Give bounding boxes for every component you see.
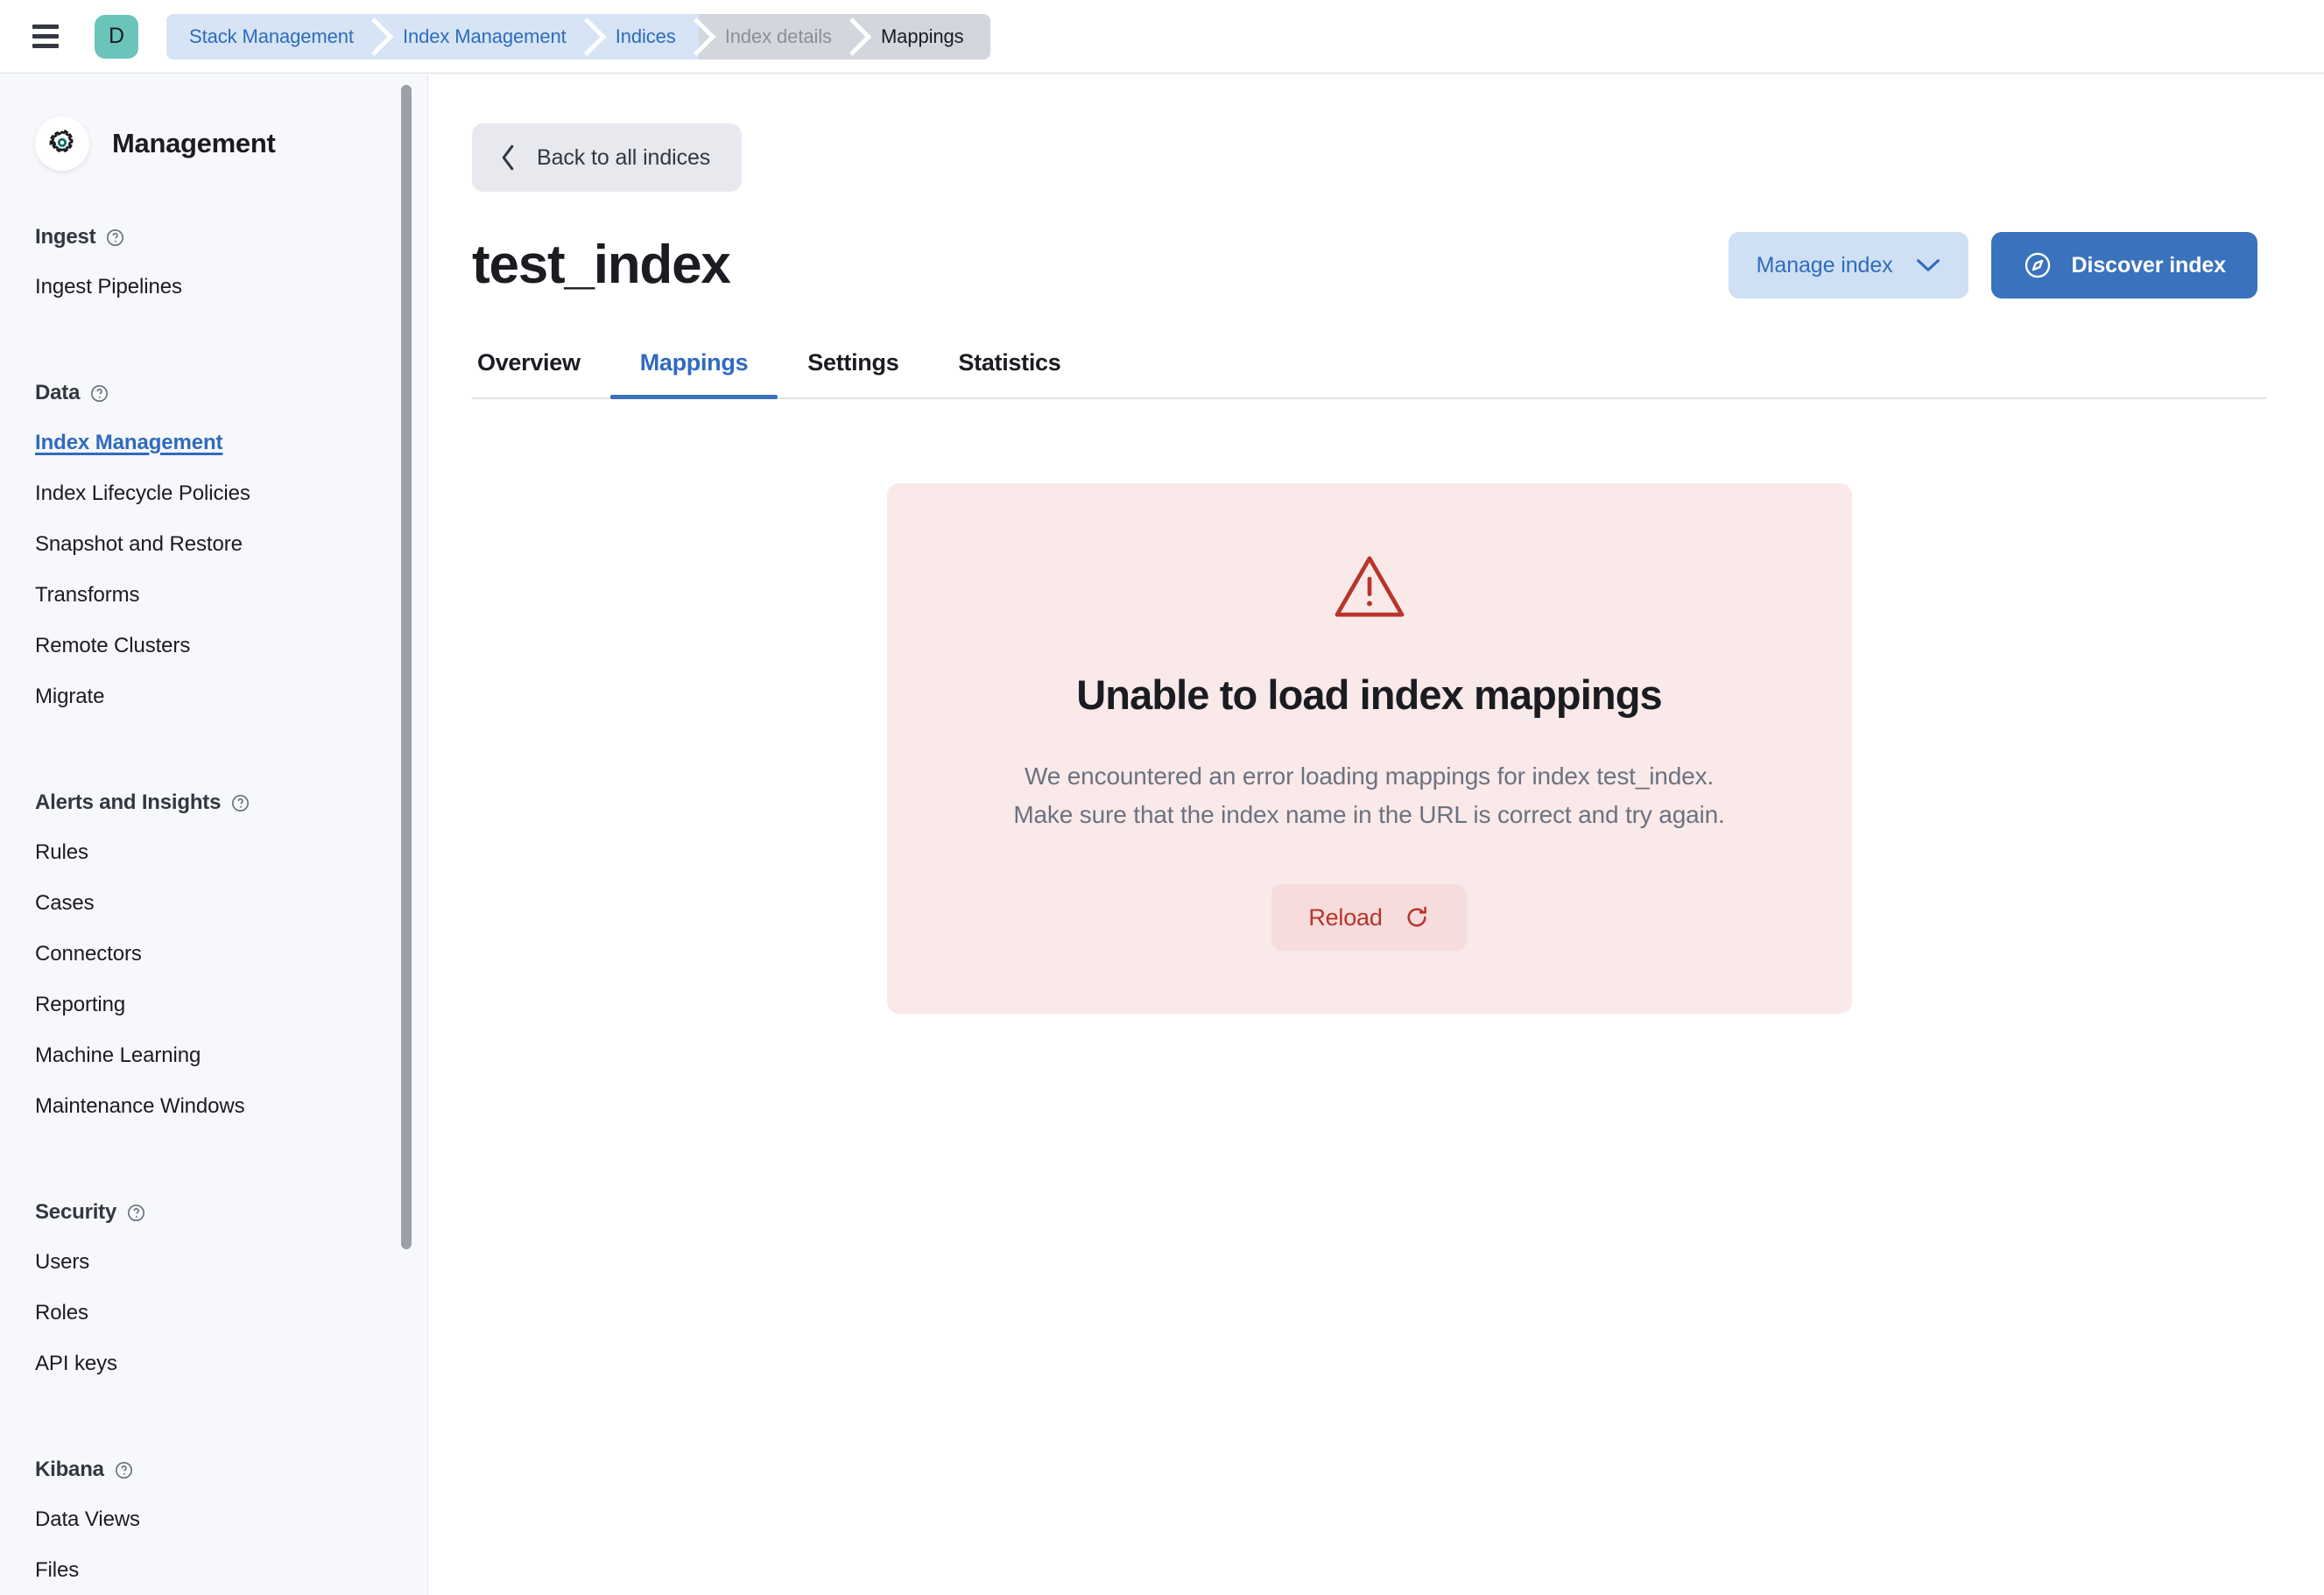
back-button-label: Back to all indices: [537, 144, 711, 170]
nav-group-header-security: Security: [35, 1186, 427, 1237]
manage-index-button[interactable]: Manage index: [1728, 232, 1968, 299]
tab-settings[interactable]: Settings: [778, 337, 928, 397]
sidebar-item-transforms[interactable]: Transforms: [35, 570, 427, 621]
index-detail-tabs: Overview Mappings Settings Statistics: [472, 337, 2266, 399]
avatar[interactable]: D: [95, 14, 138, 59]
error-panel-wrapper: Unable to load index mappings We encount…: [472, 483, 2266, 1015]
reload-button-label: Reload: [1308, 903, 1383, 931]
error-panel: Unable to load index mappings We encount…: [886, 483, 1852, 1015]
breadcrumb-item-mappings: Mappings: [854, 13, 990, 60]
manage-index-label: Manage index: [1756, 252, 1893, 278]
nav-group-header-alerts-and-insights: Alerts and Insights: [35, 776, 427, 827]
error-description: We encountered an error loading mappings…: [940, 757, 1799, 833]
sidebar-item-index-lifecycle-policies[interactable]: Index Lifecycle Policies: [35, 468, 427, 519]
sidebar-item-roles[interactable]: Roles: [35, 1288, 427, 1339]
sidebar-item-ingest-pipelines[interactable]: Ingest Pipelines: [35, 262, 427, 313]
error-title: Unable to load index mappings: [1076, 671, 1662, 718]
sidebar-scrollbar[interactable]: [401, 74, 412, 1595]
sidebar-app-header: Management: [35, 74, 427, 211]
nav-group-header-data: Data: [35, 367, 427, 418]
sidebar-item-reporting[interactable]: Reporting: [35, 980, 427, 1030]
nav-group-label: Kibana: [35, 1458, 104, 1481]
page-header-actions: Manage index Discover index: [1728, 232, 2257, 299]
sidebar-item-cases[interactable]: Cases: [35, 878, 427, 929]
nav-group-label: Alerts and Insights: [35, 790, 222, 814]
nav-group-security: Security Users Roles API keys: [35, 1186, 427, 1389]
breadcrumb-item-index-management[interactable]: Index Management: [376, 13, 589, 60]
breadcrumb-item-stack-management[interactable]: Stack Management: [166, 13, 377, 60]
page-header: test_index Manage index Discover index: [472, 232, 2266, 299]
tab-overview[interactable]: Overview: [472, 337, 610, 397]
sidebar: Management Ingest Ingest Pipelines Data …: [0, 74, 428, 1595]
sidebar-item-remote-clusters[interactable]: Remote Clusters: [35, 621, 427, 671]
chevron-left-icon: [502, 144, 514, 171]
question-circle-icon[interactable]: [231, 794, 250, 812]
compass-icon: [2025, 252, 2050, 278]
top-header-bar: D Stack Management Index Management Indi…: [0, 0, 2324, 74]
warning-triangle-icon: [1335, 556, 1404, 617]
nav-group-label: Data: [35, 381, 81, 404]
question-circle-icon[interactable]: [106, 228, 124, 247]
question-circle-icon[interactable]: [90, 384, 109, 403]
nav-group-label: Security: [35, 1200, 117, 1224]
breadcrumb-item-indices[interactable]: Indices: [588, 13, 699, 60]
question-circle-icon[interactable]: [127, 1204, 145, 1222]
discover-index-label: Discover index: [2071, 252, 2227, 278]
nav-group-data: Data Index Management Index Lifecycle Po…: [35, 367, 427, 722]
hamburger-line: [32, 44, 59, 48]
gear-icon: [35, 116, 89, 171]
reload-button[interactable]: Reload: [1271, 884, 1467, 952]
sidebar-scrollbar-thumb[interactable]: [401, 85, 412, 1249]
nav-group-header-kibana: Kibana: [35, 1444, 427, 1494]
hamburger-menu-icon[interactable]: [26, 18, 65, 56]
nav-group-header-ingest: Ingest: [35, 211, 427, 262]
sidebar-item-files[interactable]: Files: [35, 1545, 427, 1595]
nav-group-kibana: Kibana Data Views Files Saved Objects Ta…: [35, 1444, 427, 1595]
index-name-title: test_index: [472, 235, 731, 296]
hamburger-line: [32, 34, 59, 39]
sidebar-item-maintenance-windows[interactable]: Maintenance Windows: [35, 1081, 427, 1132]
sidebar-item-rules[interactable]: Rules: [35, 827, 427, 878]
nav-group-ingest: Ingest Ingest Pipelines: [35, 211, 427, 313]
hamburger-line: [32, 25, 59, 29]
sidebar-item-connectors[interactable]: Connectors: [35, 929, 427, 980]
breadcrumb-item-index-details: Index details: [698, 13, 855, 60]
tab-statistics[interactable]: Statistics: [928, 337, 1090, 397]
nav-group-label: Ingest: [35, 225, 96, 249]
discover-index-button[interactable]: Discover index: [1990, 232, 2257, 299]
chevron-down-icon: [1916, 259, 1940, 271]
error-description-line-1: We encountered an error loading mappings…: [1024, 762, 1715, 790]
sidebar-item-api-keys[interactable]: API keys: [35, 1339, 427, 1389]
sidebar-item-machine-learning[interactable]: Machine Learning: [35, 1030, 427, 1081]
breadcrumb: Stack Management Index Management Indice…: [166, 13, 990, 60]
tab-mappings[interactable]: Mappings: [609, 337, 778, 399]
sidebar-item-index-management[interactable]: Index Management: [35, 418, 427, 468]
sidebar-item-migrate[interactable]: Migrate: [35, 671, 427, 722]
refresh-icon: [1407, 906, 1426, 927]
page-title: Management: [112, 128, 276, 158]
question-circle-icon[interactable]: [115, 1461, 133, 1479]
error-description-line-2: Make sure that the index name in the URL…: [1013, 800, 1725, 828]
sidebar-item-snapshot-and-restore[interactable]: Snapshot and Restore: [35, 519, 427, 570]
sidebar-item-users[interactable]: Users: [35, 1237, 427, 1288]
nav-group-alerts-and-insights: Alerts and Insights Rules Cases Connecto…: [35, 776, 427, 1132]
sidebar-item-data-views[interactable]: Data Views: [35, 1494, 427, 1545]
back-to-all-indices-button[interactable]: Back to all indices: [472, 123, 743, 192]
main-content: Back to all indices test_index Manage in…: [429, 74, 2324, 1595]
